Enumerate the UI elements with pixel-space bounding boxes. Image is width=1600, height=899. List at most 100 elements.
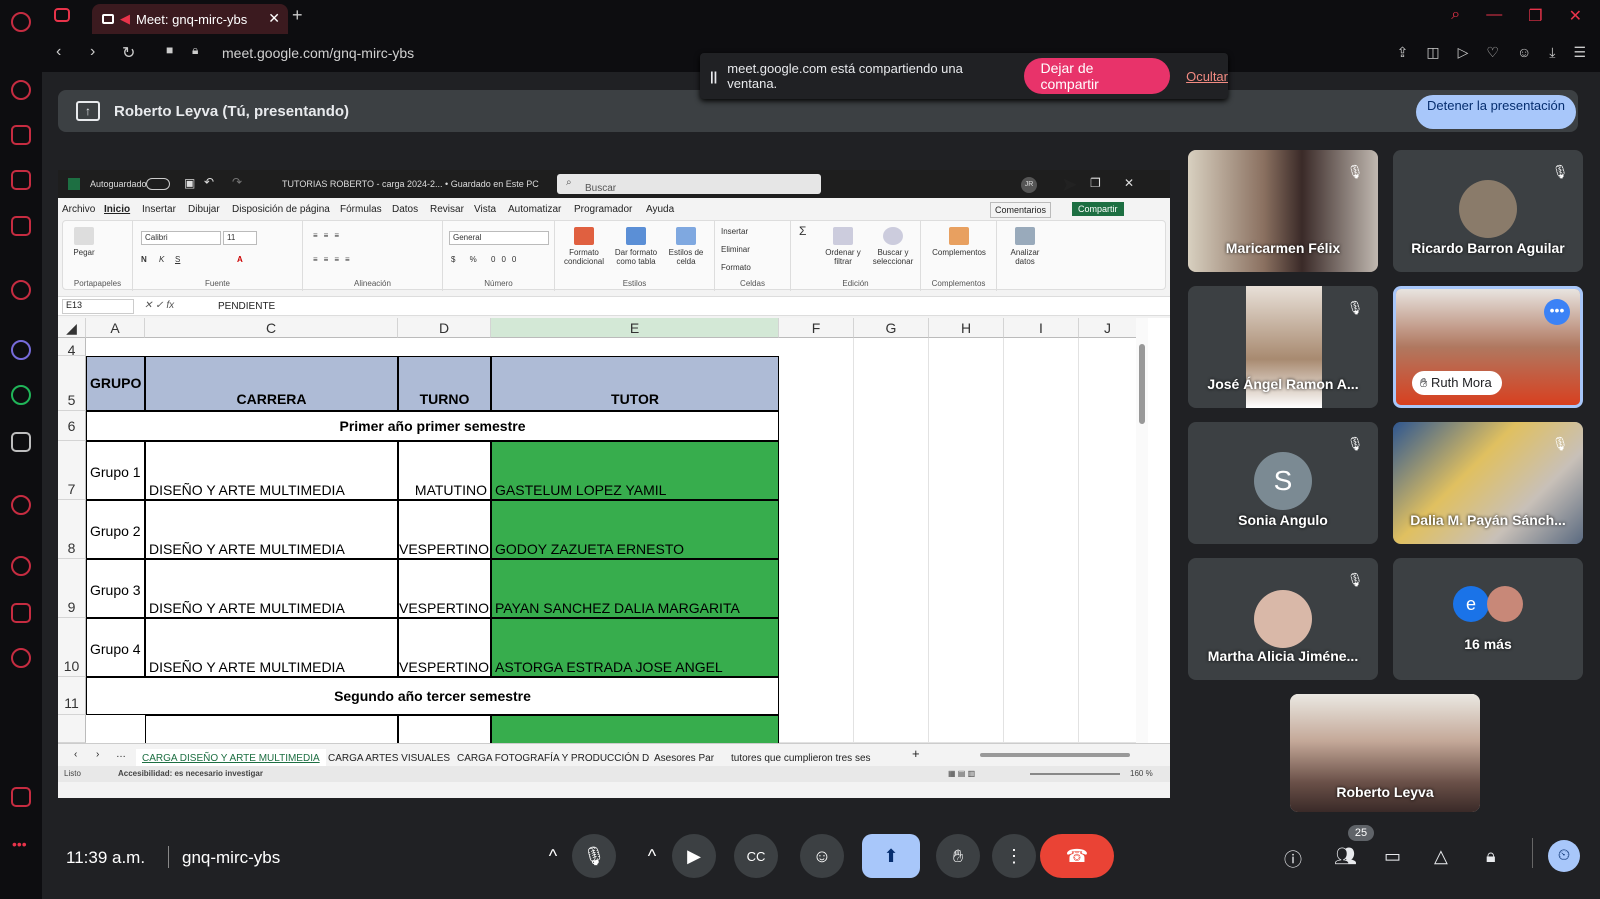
number-buttons[interactable]: $ % 000	[451, 255, 522, 264]
number-format-select[interactable]: General	[449, 231, 549, 245]
captions-icon[interactable]: CC	[734, 834, 778, 878]
hide-link[interactable]: Ocultar	[1186, 69, 1228, 84]
zoom-slider[interactable]	[1030, 773, 1120, 775]
search-tabs-icon[interactable]: ⌕	[1451, 6, 1460, 26]
menu-vista[interactable]: Vista	[474, 204, 496, 215]
document-title[interactable]: TUTORIAS ROBERTO - carga 2024-2... • Gua…	[282, 179, 539, 189]
video-options-icon[interactable]: ^	[639, 834, 665, 878]
cell-turno[interactable]: VESPERTINO	[398, 500, 491, 559]
more-icon[interactable]: •••	[12, 836, 27, 852]
excel-search-box[interactable]: ⌕ Buscar	[557, 174, 821, 194]
easy-setup-icon[interactable]: ☰	[1573, 44, 1586, 61]
menu-revisar[interactable]: Revisar	[430, 204, 464, 215]
column-header[interactable]: H	[929, 318, 1004, 338]
close-tab-icon[interactable]: ✕	[268, 10, 280, 27]
column-f-cells[interactable]	[779, 338, 854, 743]
accessibility-status[interactable]: Accesibilidad: es necesario investigar	[118, 769, 263, 778]
font-color-button[interactable]: A	[237, 255, 243, 264]
column-header[interactable]: E	[491, 318, 779, 338]
row-header[interactable]: 10	[58, 618, 86, 677]
name-box[interactable]: E13	[62, 299, 134, 314]
row-header[interactable]: 8	[58, 500, 86, 559]
heart-icon[interactable]: ♡	[1486, 44, 1499, 61]
italic-button[interactable]: K	[159, 255, 164, 264]
share-button[interactable]: Compartir	[1072, 202, 1124, 216]
lock-icon[interactable]: 🔒︎	[192, 43, 198, 58]
restore-icon[interactable]: ❐	[1090, 176, 1101, 190]
row-header[interactable]: 9	[58, 559, 86, 618]
more-options-icon[interactable]: ⋮	[992, 834, 1036, 878]
twitch-icon[interactable]	[11, 170, 31, 190]
formula-input[interactable]: PENDIENTE	[218, 301, 275, 312]
font-select[interactable]: Calibri	[141, 231, 221, 245]
participant-tile[interactable]: 🎙︎ Ricardo Barron Aguilar	[1393, 150, 1583, 272]
photos-icon[interactable]	[11, 787, 31, 807]
menu-archivo[interactable]: Archivo	[62, 204, 95, 215]
host-controls-icon[interactable]: 🔒︎	[1486, 846, 1496, 867]
extensions-icon[interactable]	[11, 603, 31, 623]
comments-button[interactable]: Comentarios	[990, 202, 1052, 218]
user-avatar[interactable]: JR	[1021, 177, 1037, 193]
camera-icon[interactable]: ▶	[672, 834, 716, 878]
find-select-button[interactable]: Buscar y seleccionar	[869, 227, 917, 266]
column-i-cells[interactable]	[1004, 338, 1079, 743]
menu-inicio[interactable]: Inicio	[104, 204, 130, 215]
participant-tile[interactable]: 🎙︎ Dalia M. Payán Sánch...	[1393, 422, 1583, 544]
maximize-icon[interactable]: ❐	[1528, 6, 1542, 26]
column-header[interactable]: D	[398, 318, 491, 338]
stop-sharing-button[interactable]: Dejar de compartir	[1024, 58, 1171, 94]
people-icon[interactable]: 👥︎	[1334, 846, 1357, 867]
column-header[interactable]: I	[1004, 318, 1079, 338]
justify-buttons[interactable]: ≡≡≡≡	[313, 255, 356, 264]
participant-tile[interactable]: 🎙︎ José Ángel Ramon A...	[1188, 286, 1378, 408]
whatsapp-icon[interactable]	[11, 385, 31, 405]
forward-icon[interactable]: ›	[90, 43, 95, 61]
column-header[interactable]: F	[779, 318, 854, 338]
format-cells-button[interactable]: Formato	[721, 263, 751, 272]
row-header[interactable]: 11	[58, 677, 86, 715]
row-header[interactable]: 5	[58, 356, 86, 411]
row-header[interactable]: 7	[58, 441, 86, 500]
fx-icon[interactable]: ✕ ✓ fx	[144, 300, 174, 311]
cell[interactable]	[398, 715, 491, 743]
cell-turno[interactable]: MATUTINO	[398, 441, 491, 500]
menu-disposicion[interactable]: Disposición de página	[232, 204, 330, 215]
insert-cells-button[interactable]: Insertar	[721, 227, 748, 236]
horizontal-scrollbar[interactable]	[980, 753, 1130, 757]
row-header[interactable]: 6	[58, 411, 86, 441]
redo-icon[interactable]: ↷	[232, 175, 242, 189]
cell-turno[interactable]: VESPERTINO	[398, 618, 491, 677]
x-twitter-icon[interactable]	[11, 432, 31, 452]
url-text[interactable]: meet.google.com/gnq-mirc-ybs	[222, 45, 414, 61]
cell-tutor[interactable]: ASTORGA ESTRADA JOSE ANGEL	[491, 618, 779, 677]
opera-logo-icon[interactable]	[11, 12, 31, 32]
underline-button[interactable]: S	[175, 255, 180, 264]
microphone-icon[interactable]: 🎙︎	[572, 834, 616, 878]
excel-close-icon[interactable]: ✕	[1124, 176, 1134, 190]
cell-carrera[interactable]: DISEÑO Y ARTE MULTIMEDIA	[145, 559, 398, 618]
autosave-toggle[interactable]	[146, 178, 170, 190]
font-size-select[interactable]: 11	[223, 231, 257, 245]
games-icon[interactable]	[11, 216, 31, 236]
vertical-scrollbar[interactable]	[1136, 318, 1148, 743]
zoom-level[interactable]: 160 %	[1130, 769, 1153, 778]
reload-icon[interactable]: ↻	[122, 43, 135, 63]
timer-icon[interactable]: ⏲	[1548, 840, 1580, 872]
menu-ayuda[interactable]: Ayuda	[646, 204, 674, 215]
cell-styles-button[interactable]: Estilos de celda	[663, 227, 709, 266]
browser-tab[interactable]: ◀ Meet: gnq-mirc-ybs ✕	[92, 4, 288, 34]
leave-call-icon[interactable]: ☎︎	[1040, 834, 1114, 878]
bold-button[interactable]: N	[141, 255, 147, 264]
conditional-format-button[interactable]: Formato condicional	[559, 227, 609, 266]
header-tutor[interactable]: TUTOR	[491, 356, 779, 411]
analyze-data-button[interactable]: Analizar datos	[1003, 227, 1047, 266]
play-icon[interactable]: ▷	[1458, 44, 1469, 61]
participant-tile[interactable]: 🎙︎ Martha Alicia Jiméne...	[1188, 558, 1378, 680]
participant-tile[interactable]: S 🎙︎ Sonia Angulo	[1188, 422, 1378, 544]
cell-carrera[interactable]: DISEÑO Y ARTE MULTIMEDIA	[145, 500, 398, 559]
undo-icon[interactable]: ↶	[204, 175, 214, 189]
cell-tutor[interactable]: PAYAN SANCHEZ DALIA MARGARITA	[491, 559, 779, 618]
header-turno[interactable]: TURNO	[398, 356, 491, 411]
camera-indicator-icon[interactable]: ■	[166, 43, 173, 57]
menu-dibujar[interactable]: Dibujar	[188, 204, 220, 215]
